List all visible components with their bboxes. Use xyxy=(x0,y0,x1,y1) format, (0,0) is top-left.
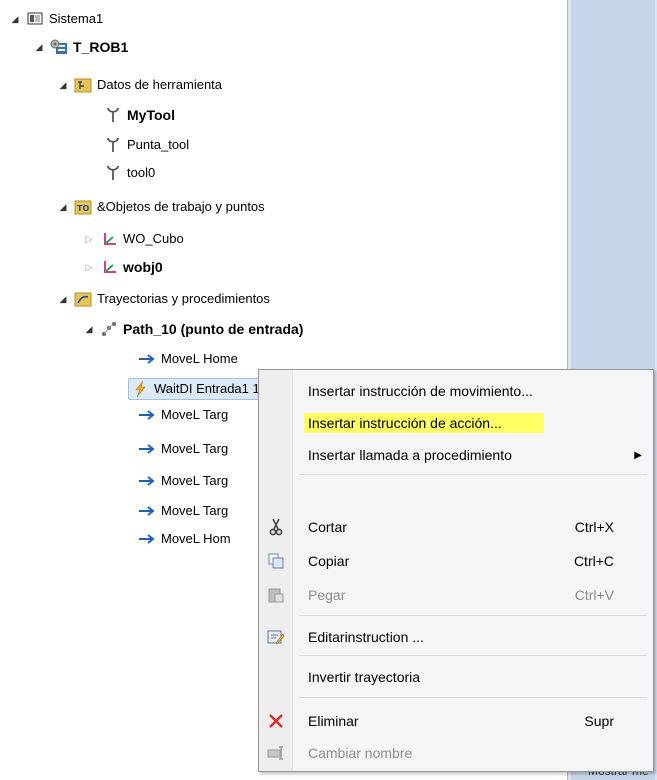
lightning-action-icon xyxy=(131,380,149,398)
expanded-triangle-icon[interactable]: ◢ xyxy=(58,74,68,96)
paths-folder-icon xyxy=(74,290,92,308)
menu-item-delete[interactable]: Eliminar Supr xyxy=(260,704,652,738)
scissors-icon xyxy=(260,510,292,544)
tree-node-instruction[interactable]: MoveL Targ xyxy=(138,470,228,492)
submenu-arrow-icon: ▶ xyxy=(634,449,642,461)
tool-wrench-icon xyxy=(104,164,122,182)
menu-item-shortcut: Ctrl+X xyxy=(574,519,614,535)
move-arrow-icon xyxy=(138,440,156,458)
tree-node-label: Sistema1 xyxy=(49,11,104,26)
menu-separator xyxy=(299,697,647,698)
expanded-triangle-icon[interactable]: ◢ xyxy=(10,8,20,30)
menu-item-label: Copiar xyxy=(308,553,350,569)
menu-item-insert-action[interactable]: Insertar instrucción de acción... xyxy=(260,406,652,440)
workobjects-folder-icon: TO xyxy=(74,198,92,216)
tree-node-label: MoveL Targ xyxy=(161,473,229,488)
menu-item-label: Cortar xyxy=(308,519,347,535)
tool-wrench-icon xyxy=(104,106,122,124)
move-arrow-icon xyxy=(138,530,156,548)
menu-item-reverse-path[interactable]: Invertir trayectoria xyxy=(260,660,652,694)
menu-separator xyxy=(299,615,647,616)
menu-separator xyxy=(299,474,647,475)
copy-icon xyxy=(260,544,292,578)
menu-item-cut[interactable]: Cortar Ctrl+X xyxy=(260,510,652,544)
move-arrow-icon xyxy=(138,502,156,520)
tree-node-instruction[interactable]: MoveL Targ xyxy=(138,404,228,426)
tree-node-label: Datos de herramienta xyxy=(97,77,223,92)
tree-node-instruction[interactable]: MoveL Hom xyxy=(138,528,231,550)
tree-node-label: MyTool xyxy=(127,107,175,123)
menu-separator xyxy=(299,655,647,656)
tree-node-label: MoveL Hom xyxy=(161,531,231,546)
context-menu: Insertar instrucción de movimiento... In… xyxy=(258,369,654,772)
tree-node-label: &Objetos de trabajo y puntos xyxy=(97,199,265,214)
tree-node-label: MoveL Targ xyxy=(161,441,229,456)
tree-node-label: tool0 xyxy=(127,165,156,180)
tree-node-label: MoveL Home xyxy=(161,351,238,366)
controller-system-icon xyxy=(26,10,44,28)
menu-item-shortcut: Supr xyxy=(584,713,614,729)
workobject-frame-icon xyxy=(100,230,118,248)
tree-node-label: WaitDI Entrada1 1 xyxy=(154,381,260,396)
tree-node-wobj[interactable]: ▷ WO_Cubo xyxy=(84,228,184,250)
tree-node-label: Punta_tool xyxy=(127,137,190,152)
collapsed-triangle-icon[interactable]: ▷ xyxy=(84,228,94,250)
tree-node-instruction[interactable]: MoveL Home xyxy=(138,348,238,370)
menu-item-paste[interactable]: Pegar Ctrl+V xyxy=(260,578,652,612)
menu-item-insert-move[interactable]: Insertar instrucción de movimiento... xyxy=(260,374,652,408)
menu-item-copy[interactable]: Copiar Ctrl+C xyxy=(260,544,652,578)
tree-node-label: Path_10 (punto de entrada) xyxy=(123,321,304,337)
tree-node-tool[interactable]: Punta_tool xyxy=(104,134,189,156)
menu-item-edit-instruction[interactable]: Editarinstruction ... xyxy=(260,620,652,654)
menu-item-label: Eliminar xyxy=(308,713,359,729)
tree-node-label: Trayectorias y procedimientos xyxy=(97,291,270,306)
collapsed-triangle-icon[interactable]: ▷ xyxy=(84,256,94,278)
tree-node-instruction[interactable]: MoveL Targ xyxy=(138,500,228,522)
move-arrow-icon xyxy=(138,406,156,424)
menu-item-label: Pegar xyxy=(308,587,346,603)
menu-item-insert-proc-call[interactable]: Insertar llamada a procedimiento ▶ xyxy=(260,438,652,472)
menu-item-label: Editarinstruction ... xyxy=(308,629,424,645)
tree-node-paths-folder[interactable]: ◢ Trayectorias y procedimientos xyxy=(58,288,270,310)
task-icon xyxy=(50,38,68,56)
edit-instruction-icon xyxy=(260,620,292,654)
menu-item-label-highlighted: Insertar instrucción de acción... xyxy=(304,413,544,433)
menu-item-rename[interactable]: Cambiar nombre xyxy=(260,736,652,770)
rename-icon xyxy=(260,736,292,770)
menu-item-label: Invertir trayectoria xyxy=(308,669,421,685)
menu-item-shortcut: Ctrl+C xyxy=(573,553,614,569)
path-icon xyxy=(100,320,118,338)
tree-node-wobj[interactable]: ▷ wobj0 xyxy=(84,256,163,278)
workobject-frame-icon xyxy=(100,258,118,276)
expanded-triangle-icon[interactable]: ◢ xyxy=(84,318,94,340)
tree-node-label: wobj0 xyxy=(123,259,163,275)
menu-item-label: Cambiar nombre xyxy=(308,745,413,761)
tree-node-label: MoveL Targ xyxy=(161,503,229,518)
move-arrow-icon xyxy=(138,472,156,490)
delete-x-icon xyxy=(260,704,292,738)
expanded-triangle-icon[interactable]: ◢ xyxy=(58,288,68,310)
tree-node-tooldata-folder[interactable]: ◢ Datos de herramienta xyxy=(58,74,222,96)
tree-node-sistema[interactable]: ◢ Sistema1 xyxy=(10,8,104,30)
move-arrow-icon xyxy=(138,350,156,368)
tree-node-task[interactable]: ◢ T_ROB1 xyxy=(34,36,129,58)
expanded-triangle-icon[interactable]: ◢ xyxy=(34,36,44,58)
tree-node-path[interactable]: ◢ Path_10 (punto de entrada) xyxy=(84,318,304,340)
menu-item-label: Insertar instrucción de movimiento... xyxy=(308,383,533,399)
tree-node-instruction[interactable]: MoveL Targ xyxy=(138,438,228,460)
tree-node-label: WO_Cubo xyxy=(123,231,184,246)
tree-node-wobj-folder[interactable]: ◢ TO &Objetos de trabajo y puntos xyxy=(58,196,265,218)
menu-item-label: Insertar llamada a procedimiento xyxy=(308,447,512,463)
tree-node-tool[interactable]: tool0 xyxy=(104,162,155,184)
tool-wrench-icon xyxy=(104,136,122,154)
tree-node-tool[interactable]: MyTool xyxy=(104,104,175,126)
svg-text:TO: TO xyxy=(77,204,89,213)
tree-node-label: T_ROB1 xyxy=(73,39,129,55)
tooldata-folder-icon xyxy=(74,76,92,94)
paste-icon xyxy=(260,578,292,612)
menu-item-shortcut: Ctrl+V xyxy=(574,587,614,603)
tree-node-label: MoveL Targ xyxy=(161,407,229,422)
tree-node-instruction-selected[interactable]: WaitDI Entrada1 1 xyxy=(128,378,265,400)
expanded-triangle-icon[interactable]: ◢ xyxy=(58,196,68,218)
